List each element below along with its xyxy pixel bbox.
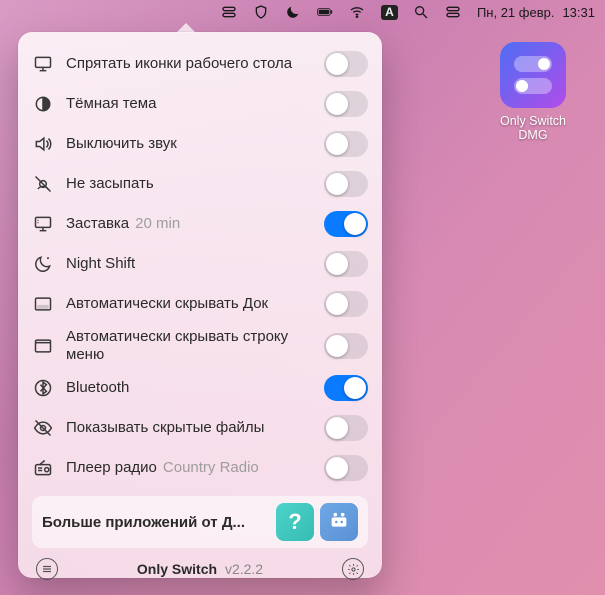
input-source-icon[interactable]: А bbox=[381, 5, 398, 20]
toggle-knob bbox=[326, 173, 348, 195]
promo-help-button[interactable]: ? bbox=[276, 503, 314, 541]
switch-toggle[interactable] bbox=[324, 375, 368, 401]
switch-row-half-circle: Тёмная тема bbox=[32, 84, 368, 124]
toggle-knob bbox=[326, 457, 348, 479]
switch-toggle[interactable] bbox=[324, 251, 368, 277]
switch-toggle[interactable] bbox=[324, 91, 368, 117]
switch-row-no-sleep: Не засыпать bbox=[32, 164, 368, 204]
switch-label: Night Shift bbox=[66, 255, 324, 273]
switch-row-night-shift: Night Shift bbox=[32, 244, 368, 284]
menubar-time: 13:31 bbox=[562, 5, 595, 20]
toggle-knob bbox=[326, 93, 348, 115]
switch-label: Bluetooth bbox=[66, 379, 324, 397]
app-name: Only Switch bbox=[137, 561, 217, 577]
switch-label: Показывать скрытые файлы bbox=[66, 419, 324, 437]
switch-row-eye-slash: Показывать скрытые файлы bbox=[32, 408, 368, 448]
toggle-knob bbox=[326, 53, 348, 75]
toggle-knob bbox=[344, 377, 366, 399]
moon-icon[interactable] bbox=[285, 4, 302, 21]
switch-label: Автоматически скрывать Док bbox=[66, 295, 324, 313]
no-sleep-icon bbox=[32, 173, 54, 195]
desktop-icon-only-switch-dmg[interactable]: Only Switch DMG bbox=[488, 42, 578, 142]
switch-label: Спрятать иконки рабочего стола bbox=[66, 55, 324, 73]
toggle-knob bbox=[344, 213, 366, 235]
promo-app-button[interactable] bbox=[320, 503, 358, 541]
battery-icon[interactable] bbox=[317, 4, 334, 21]
menu-hide-icon bbox=[32, 335, 54, 357]
bluetooth-icon bbox=[32, 377, 54, 399]
switch-toggle[interactable] bbox=[324, 51, 368, 77]
toggle-knob bbox=[326, 293, 348, 315]
panel-footer: Only Switch v2.2.2 bbox=[32, 548, 368, 584]
switch-label: Тёмная тема bbox=[66, 95, 324, 113]
switch-label: Выключить звук bbox=[66, 135, 324, 153]
switch-sublabel: Country Radio bbox=[163, 459, 259, 476]
desktop-icon-label: Only Switch DMG bbox=[488, 114, 578, 142]
wifi-icon[interactable] bbox=[349, 4, 366, 21]
switch-toggle[interactable] bbox=[324, 415, 368, 441]
app-icon-pill bbox=[514, 78, 552, 94]
promo-bar: Больше приложений от Д... ? bbox=[32, 496, 368, 548]
toggle-knob bbox=[326, 253, 348, 275]
app-icon-pill bbox=[514, 56, 552, 72]
panel-title: Only Switch v2.2.2 bbox=[137, 561, 263, 577]
switch-row-radio: Плеер радиоCountry Radio bbox=[32, 448, 368, 488]
control-center2-icon[interactable] bbox=[445, 4, 462, 21]
toggle-knob bbox=[326, 335, 348, 357]
toggle-knob bbox=[326, 133, 348, 155]
night-shift-icon bbox=[32, 253, 54, 275]
switch-label: Заставка20 min bbox=[66, 215, 324, 233]
switch-label: Не засыпать bbox=[66, 175, 324, 193]
switch-row-display: Спрятать иконки рабочего стола bbox=[32, 44, 368, 84]
switch-list: Спрятать иконки рабочего стола Тёмная тем… bbox=[32, 44, 368, 488]
toggle-knob bbox=[326, 417, 348, 439]
switch-sublabel: 20 min bbox=[135, 215, 180, 232]
control-center-icon[interactable] bbox=[221, 4, 238, 21]
list-button[interactable] bbox=[36, 558, 58, 580]
app-version: v2.2.2 bbox=[225, 561, 263, 577]
only-switch-popover: Спрятать иконки рабочего стола Тёмная тем… bbox=[18, 32, 382, 578]
app-icon bbox=[500, 42, 566, 108]
switch-toggle[interactable] bbox=[324, 333, 368, 359]
switch-row-dock: Автоматически скрывать Док bbox=[32, 284, 368, 324]
switch-row-menu-hide: Автоматически скрывать строку меню bbox=[32, 324, 368, 368]
switch-row-bluetooth: Bluetooth bbox=[32, 368, 368, 408]
radio-icon bbox=[32, 457, 54, 479]
switch-toggle[interactable] bbox=[324, 455, 368, 481]
promo-text: Больше приложений от Д... bbox=[42, 514, 270, 531]
spotlight-icon[interactable] bbox=[413, 4, 430, 21]
switch-toggle[interactable] bbox=[324, 291, 368, 317]
menubar-date: Пн, 21 февр. bbox=[477, 5, 555, 20]
switch-toggle[interactable] bbox=[324, 211, 368, 237]
speaker-icon bbox=[32, 133, 54, 155]
eye-slash-icon bbox=[32, 417, 54, 439]
half-circle-icon bbox=[32, 93, 54, 115]
menubar: А Пн, 21 февр. 13:31 bbox=[0, 0, 605, 24]
switch-label: Автоматически скрывать строку меню bbox=[66, 328, 324, 364]
display-icon bbox=[32, 53, 54, 75]
switch-row-screensaver: Заставка20 min bbox=[32, 204, 368, 244]
switch-toggle[interactable] bbox=[324, 131, 368, 157]
switch-toggle[interactable] bbox=[324, 171, 368, 197]
switch-row-speaker: Выключить звук bbox=[32, 124, 368, 164]
dock-icon bbox=[32, 293, 54, 315]
screensaver-icon bbox=[32, 213, 54, 235]
settings-button[interactable] bbox=[342, 558, 364, 580]
switch-label: Плеер радиоCountry Radio bbox=[66, 459, 324, 477]
menubar-datetime[interactable]: Пн, 21 февр. 13:31 bbox=[477, 5, 595, 20]
shield-icon[interactable] bbox=[253, 4, 270, 21]
